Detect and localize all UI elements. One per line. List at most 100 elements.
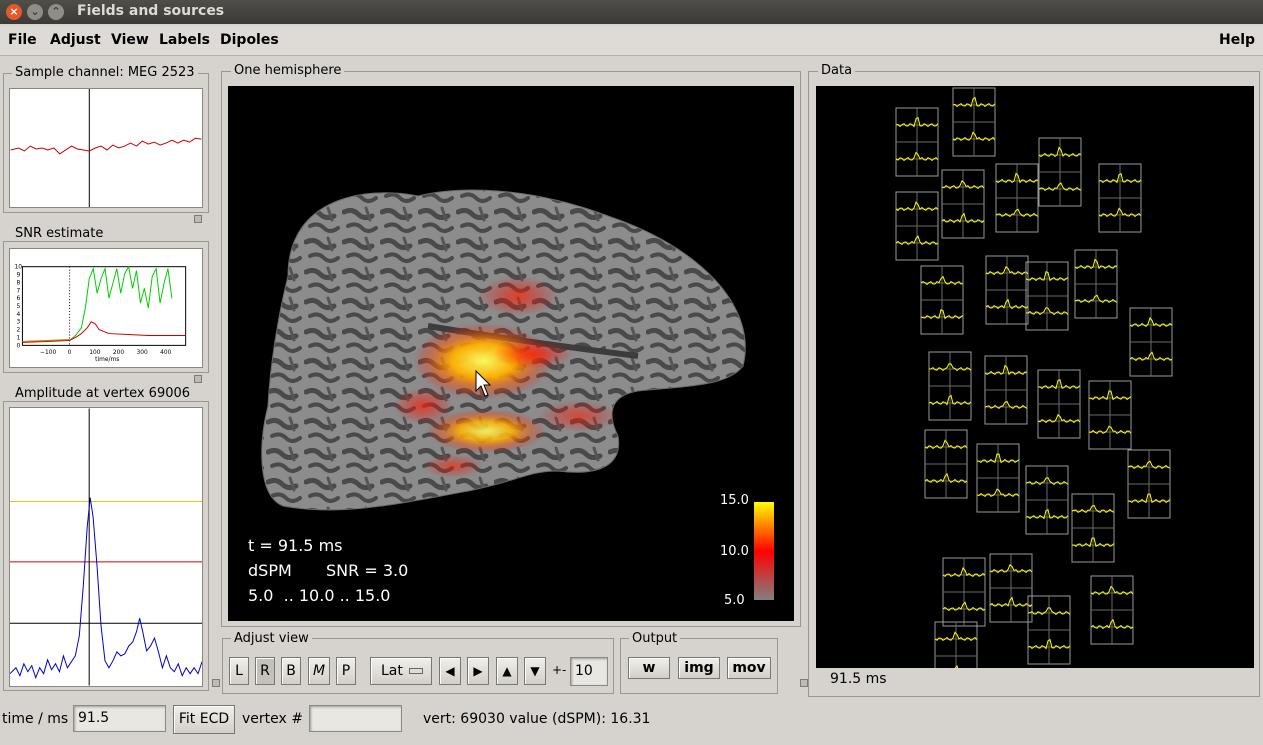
arrow-left-button[interactable]: ◀: [439, 657, 461, 685]
view-select[interactable]: Lat: [370, 657, 432, 685]
data-title: Data: [818, 63, 856, 78]
sensor-box[interactable]: [1127, 449, 1171, 519]
time-readout: t = 91.5 ms: [248, 536, 343, 555]
sensor-box[interactable]: [895, 191, 939, 261]
view-left-button[interactable]: L: [229, 657, 249, 685]
sensor-box[interactable]: [934, 621, 978, 668]
activation-blob: [538, 400, 618, 432]
sensor-box[interactable]: [924, 429, 968, 499]
sensor-box[interactable]: [1025, 465, 1069, 535]
sensor-box[interactable]: [1090, 575, 1134, 645]
menu-help[interactable]: Help: [1219, 32, 1255, 48]
status-info: vert: 69030 value (dSPM): 16.31: [423, 711, 651, 727]
sample-channel-title: Sample channel: MEG 2523: [12, 65, 198, 80]
brain-view[interactable]: t = 91.5 ms dSPM SNR = 3.0 5.0 .. 10.0 .…: [228, 86, 794, 621]
sample-trace: [10, 137, 202, 155]
sensor-box[interactable]: [984, 355, 1028, 425]
sensor-box[interactable]: [1071, 493, 1115, 563]
amplitude-trace: [10, 497, 202, 680]
sensor-layout[interactable]: [816, 86, 1254, 668]
sensor-box[interactable]: [985, 255, 1029, 325]
colorbar: [754, 502, 774, 600]
pane-sash[interactable]: [800, 679, 808, 687]
sensor-box[interactable]: [989, 553, 1033, 623]
maximize-icon[interactable]: ⌃: [48, 4, 64, 20]
sensor-box[interactable]: [1129, 307, 1173, 377]
colorbar-min-label: 5.0: [724, 593, 745, 608]
sensor-box[interactable]: [1088, 380, 1132, 450]
sensor-box[interactable]: [1037, 369, 1081, 439]
sensor-box[interactable]: [928, 351, 972, 421]
arrow-down-icon: ▼: [530, 664, 540, 678]
snr-xtick: 300: [136, 350, 147, 356]
snr-green-trace: [22, 265, 173, 342]
time-input[interactable]: 91.5: [73, 705, 166, 732]
snr-plot: 10 9 8 7 6 5 4 3 2 1 0 −100 0 100 200 30…: [9, 248, 203, 368]
close-icon[interactable]: ×: [6, 4, 22, 20]
snr-xtick: 200: [113, 350, 124, 356]
output-title: Output: [629, 631, 681, 646]
snr-xlabel: time/ms: [95, 357, 119, 363]
view-both-button[interactable]: B: [281, 657, 301, 685]
menu-labels[interactable]: Labels: [159, 32, 210, 48]
view-posterior-button[interactable]: P: [336, 657, 356, 685]
output-w-button[interactable]: w: [628, 657, 670, 679]
snr-ytick: 1: [17, 335, 21, 341]
menu-adjust[interactable]: Adjust: [50, 32, 101, 48]
sensor-box[interactable]: [1027, 595, 1071, 665]
sensor-box[interactable]: [976, 443, 1020, 513]
sensor-box[interactable]: [942, 557, 986, 627]
dropdown-indicator-icon: [409, 668, 423, 674]
sensor-box[interactable]: [1074, 249, 1118, 319]
sensor-box[interactable]: [920, 265, 964, 335]
sensor-box[interactable]: [895, 107, 939, 177]
sensor-box[interactable]: [1025, 261, 1069, 331]
activation-blob: [493, 340, 573, 368]
arrow-right-icon: ▶: [473, 664, 483, 678]
sensor-box[interactable]: [941, 169, 985, 239]
activation-blob: [423, 454, 483, 478]
snr-ytick: 4: [17, 312, 21, 318]
arrow-down-button[interactable]: ▼: [524, 657, 546, 685]
fit-ecd-button[interactable]: Fit ECD: [173, 705, 235, 734]
snr-xtick: 400: [160, 350, 171, 356]
view-right-button[interactable]: R: [255, 657, 275, 685]
pane-sash[interactable]: [212, 679, 220, 687]
output-mov-button[interactable]: mov: [727, 657, 771, 679]
menu-view[interactable]: View: [111, 32, 149, 48]
colorbar-mid-label: 10.0: [720, 544, 749, 559]
snr-ytick: 2: [17, 328, 21, 334]
activation-blob: [478, 276, 558, 316]
vertex-label: vertex # :: [242, 711, 313, 727]
sensor-box[interactable]: [1038, 137, 1082, 207]
activation-blob: [393, 388, 453, 424]
sensor-layout-view[interactable]: [816, 86, 1254, 668]
minimize-icon[interactable]: ⌄: [27, 4, 43, 20]
snr-title: SNR estimate: [12, 226, 107, 241]
arrow-right-button[interactable]: ▶: [467, 657, 489, 685]
view-medial-button[interactable]: M: [308, 657, 330, 685]
amplitude-plot: [9, 407, 203, 687]
sensor-box[interactable]: [995, 163, 1039, 233]
menu-bar: File Adjust View Labels Dipoles Help: [0, 26, 1263, 56]
output-img-button[interactable]: img: [678, 657, 720, 679]
sensor-box[interactable]: [1098, 163, 1142, 233]
menu-dipoles[interactable]: Dipoles: [220, 32, 279, 48]
menu-file[interactable]: File: [8, 32, 37, 48]
sample-channel-plot: [9, 88, 203, 208]
snr-ytick: 3: [17, 320, 21, 326]
step-input[interactable]: 10: [570, 657, 608, 686]
vertex-input[interactable]: [309, 705, 402, 732]
sensor-box[interactable]: [952, 87, 996, 157]
hemisphere-title: One hemisphere: [231, 63, 345, 78]
pane-sash[interactable]: [194, 215, 202, 223]
adjust-view-title: Adjust view: [231, 631, 312, 646]
time-label: time / ms :: [2, 711, 78, 727]
arrow-up-button[interactable]: ▲: [496, 657, 518, 685]
snr-ytick: 5: [17, 304, 21, 310]
pane-sash[interactable]: [194, 375, 202, 383]
snr-ytick: 10: [15, 265, 23, 271]
range-readout: 5.0 .. 10.0 .. 15.0: [248, 586, 391, 605]
view-select-value: Lat: [381, 663, 403, 679]
snr-red-trace: [22, 321, 186, 343]
